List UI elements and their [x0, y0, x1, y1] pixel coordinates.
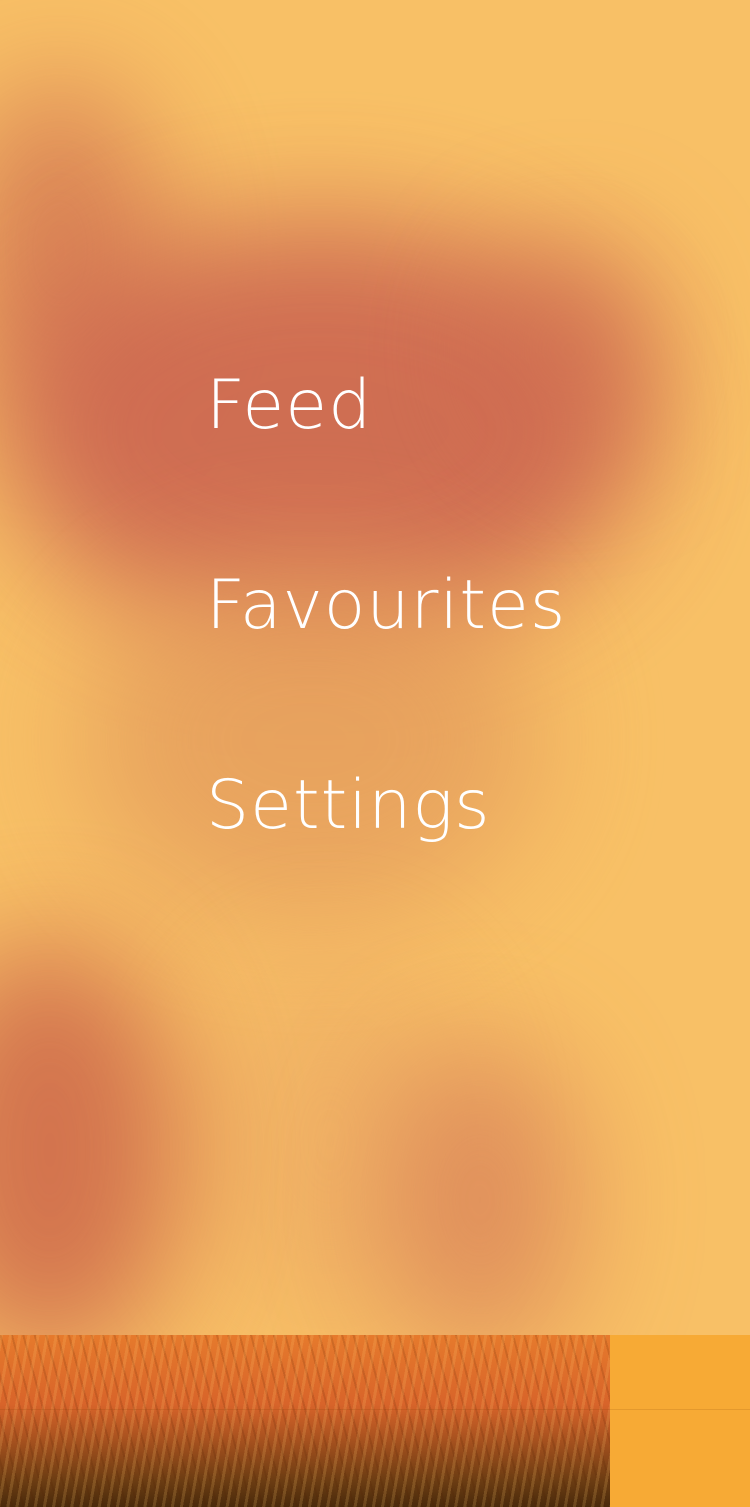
app-screen: Feed Favourites Settings [0, 0, 750, 1507]
side-menu: Feed Favourites Settings [0, 0, 750, 1335]
photo-background [610, 1335, 750, 1507]
fur-texture [0, 1335, 660, 1507]
divider [0, 1409, 750, 1410]
cat-fur [0, 1335, 660, 1507]
menu-item-settings[interactable]: Settings [206, 766, 491, 846]
menu-item-feed[interactable]: Feed [206, 366, 372, 446]
menu-item-favourites[interactable]: Favourites [206, 566, 566, 646]
cat-photo-strip [0, 1335, 750, 1507]
